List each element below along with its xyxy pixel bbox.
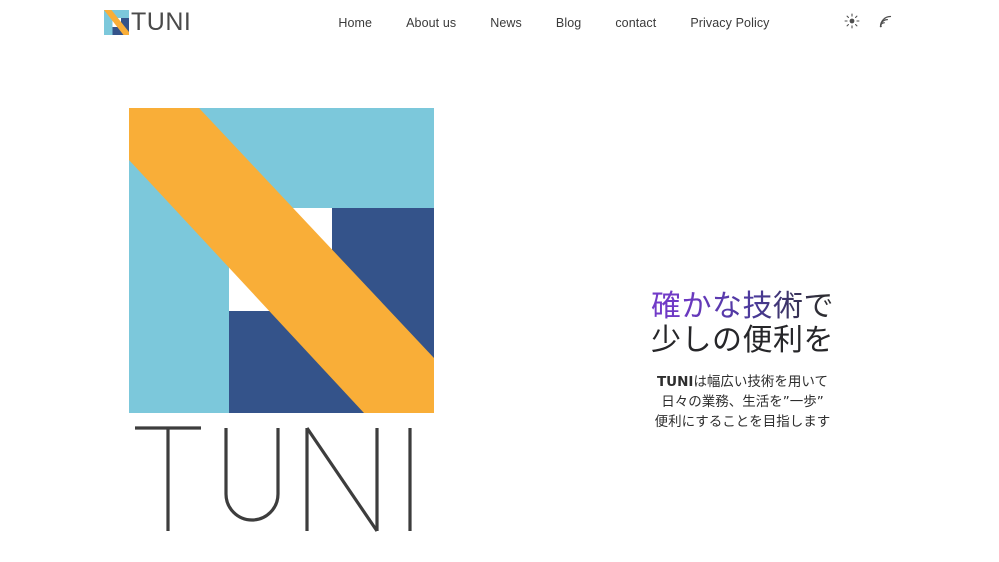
hero-description-line-3: 便利にすることを目指します [654,414,831,430]
brand-logo-link[interactable]: TUNI [104,10,191,35]
nav-item-about-us[interactable]: About us [406,16,456,30]
nav-item-privacy-policy[interactable]: Privacy Policy [690,16,769,30]
hero-description-line-1: TUNIは幅広い技術を用いて [605,372,880,392]
hero-wordmark [129,416,434,534]
rss-icon [878,14,893,32]
hero-title: 確かな技術で 少しの便利を [605,290,880,358]
nav-item-blog[interactable]: Blog [556,16,581,30]
sun-icon [844,13,860,32]
hero-title-line-2: 少しの便利を [651,323,834,358]
hero-logo-visual [129,108,434,534]
hero-title-line-1: 確かな技術で [605,290,880,324]
tuni-logo-mark-icon [104,10,129,35]
site-header: TUNI Home About us News Blog contact Pri… [0,0,999,45]
main-nav: Home About us News Blog contact Privacy … [338,16,769,30]
header-tools [842,0,895,45]
hero-section: 確かな技術で 少しの便利を TUNIは幅広い技術を用いて 日々の業務、生活を”一… [0,45,999,562]
theme-toggle-button[interactable] [842,13,862,33]
nav-item-news[interactable]: News [490,16,522,30]
tuni-n-mark-icon [129,108,434,413]
rss-feed-button[interactable] [875,13,895,33]
hero-description: TUNIは幅広い技術を用いて 日々の業務、生活を”一歩” 便利にすることを目指し… [605,372,880,432]
nav-item-contact[interactable]: contact [615,16,656,30]
brand-name: TUNI [131,8,192,36]
hero-description-line-2: 日々の業務、生活を”一歩” [661,394,824,410]
hero-copy: 確かな技術で 少しの便利を TUNIは幅広い技術を用いて 日々の業務、生活を”一… [605,290,880,432]
hero-description-brand: TUNI [656,374,694,390]
nav-item-home[interactable]: Home [338,16,372,30]
hero-description-line-1-rest: は幅広い技術を用いて [693,374,829,390]
